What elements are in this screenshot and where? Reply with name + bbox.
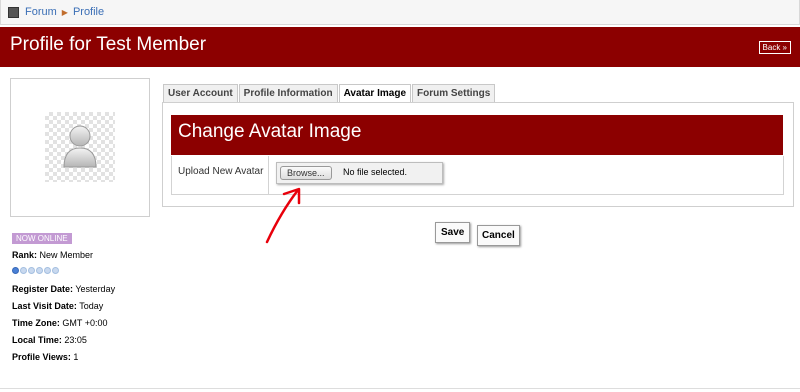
rank-label: Rank: [12,250,38,260]
time-zone-value: GMT +0:00 [62,318,108,328]
file-status: No file selected. [343,167,408,177]
section-header: Change Avatar Image [171,115,783,155]
breadcrumb: Forum ▶ Profile [0,0,800,25]
rank-row: Rank: New Member [12,250,93,260]
profile-views-value: 1 [73,352,79,362]
last-visit-row: Last Visit Date: Today [12,301,103,311]
register-date-row: Register Date: Yesterday [12,284,115,294]
time-zone-label: Time Zone: [12,318,60,328]
local-time-value: 23:05 [64,335,87,345]
footer-divider [0,388,800,389]
last-visit-value: Today [79,301,104,311]
browse-button[interactable]: Browse... [280,166,332,180]
status-badge: NOW ONLINE [12,233,72,244]
user-silhouette-icon [63,125,97,168]
rank-dot [52,267,59,274]
section-title: Change Avatar Image [178,121,362,142]
breadcrumb-forum-link[interactable]: Forum [25,6,57,18]
cancel-button[interactable]: Cancel [477,225,520,246]
breadcrumb-profile-link[interactable]: Profile [73,6,104,18]
page-title: Profile for Test Member [10,34,207,55]
rank-dot [28,267,35,274]
save-button[interactable]: Save [435,222,471,243]
register-date-label: Register Date: [12,284,74,294]
avatar [45,112,115,182]
upload-label: Upload New Avatar [178,166,264,177]
time-zone-row: Time Zone: GMT +0:00 [12,318,107,328]
rank-dot [44,267,51,274]
rank-value: New Member [39,250,94,260]
rank-dot [36,267,43,274]
forum-home-icon[interactable] [8,6,19,18]
rank-dot [12,267,19,274]
local-time-label: Local Time: [12,335,62,345]
profile-views-label: Profile Views: [12,352,71,362]
rank-dot [20,267,27,274]
breadcrumb-arrow-icon: ▶ [61,7,68,17]
rank-meter [12,267,59,274]
avatar-frame [10,78,150,217]
register-date-value: Yesterday [75,284,116,294]
last-visit-label: Last Visit Date: [12,301,77,311]
local-time-row: Local Time: 23:05 [12,335,87,345]
page-header: Profile for Test Member Back » [0,27,800,67]
back-button[interactable]: Back » [758,41,791,54]
red-arrow-icon [265,187,301,244]
profile-views-row: Profile Views: 1 [12,352,78,362]
